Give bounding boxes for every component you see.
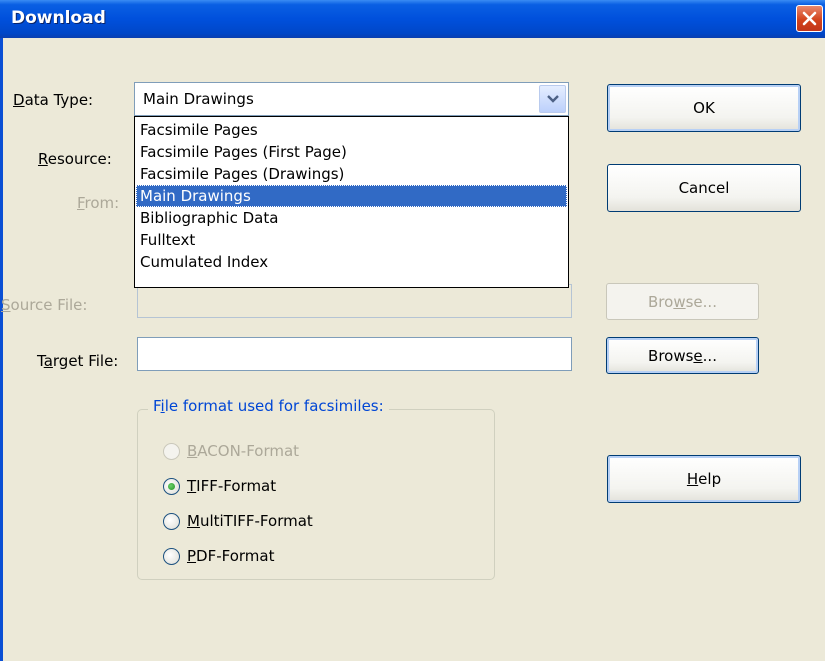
tiff-format-label: TIFF-Format bbox=[187, 477, 277, 495]
cancel-button-label: Cancel bbox=[678, 179, 730, 197]
cancel-button[interactable]: Cancel bbox=[607, 164, 801, 212]
bacon-format-label: BACON-Format bbox=[187, 442, 300, 460]
multitiff-format-label: MultiTIFF-Format bbox=[187, 512, 313, 530]
option-fulltext[interactable]: Fulltext bbox=[136, 229, 567, 251]
bacon-format-radio[interactable] bbox=[163, 443, 180, 460]
from-label-rest: rom: bbox=[84, 194, 120, 212]
option-main-drawings[interactable]: Main Drawings bbox=[136, 185, 567, 207]
data-type-combobox[interactable]: Main Drawings bbox=[134, 82, 569, 116]
data-type-dropdown-list[interactable]: Facsimile Pages Facsimile Pages (First P… bbox=[134, 116, 569, 288]
close-icon bbox=[802, 11, 817, 26]
data-type-label: Data Type: bbox=[13, 91, 94, 109]
option-cumulated-index[interactable]: Cumulated Index bbox=[136, 251, 567, 273]
source-file-label-rest: ource File: bbox=[10, 296, 88, 314]
ok-button-label: OK bbox=[693, 99, 715, 117]
target-file-label: Target File: bbox=[37, 352, 119, 370]
title-bar[interactable]: Download bbox=[0, 0, 825, 38]
resource-label-rest: esource: bbox=[47, 150, 112, 168]
target-file-label-rest: rget File: bbox=[52, 352, 119, 370]
data-type-label-rest: ata Type: bbox=[24, 91, 94, 109]
browse-source-button[interactable]: Browse... bbox=[606, 283, 759, 320]
from-label: From: bbox=[77, 194, 120, 212]
help-button-label: Help bbox=[686, 470, 722, 488]
help-button[interactable]: Help bbox=[607, 455, 801, 503]
window-title: Download bbox=[11, 8, 106, 28]
tiff-format-radio[interactable] bbox=[163, 478, 180, 495]
data-type-value: Main Drawings bbox=[143, 90, 254, 108]
option-facsimile-pages-drawings[interactable]: Facsimile Pages (Drawings) bbox=[136, 163, 567, 185]
source-file-input[interactable] bbox=[137, 284, 572, 318]
close-button[interactable] bbox=[796, 5, 823, 32]
option-facsimile-pages[interactable]: Facsimile Pages bbox=[136, 119, 567, 141]
option-facsimile-pages-first-page[interactable]: Facsimile Pages (First Page) bbox=[136, 141, 567, 163]
browse-source-label: Browse... bbox=[648, 292, 717, 311]
browse-target-button[interactable]: Browse... bbox=[606, 337, 759, 374]
ok-button[interactable]: OK bbox=[607, 84, 801, 132]
resource-label: Resource: bbox=[38, 150, 112, 168]
chevron-down-icon bbox=[547, 95, 559, 103]
file-format-legend: File format used for facsimiles: bbox=[148, 397, 389, 415]
pdf-format-label: PDF-Format bbox=[187, 547, 275, 565]
pdf-format-radio[interactable] bbox=[163, 548, 180, 565]
target-file-input[interactable] bbox=[137, 337, 572, 371]
radio-selected-dot bbox=[168, 483, 175, 490]
source-file-label: Source File: bbox=[1, 296, 88, 314]
multitiff-format-radio[interactable] bbox=[163, 513, 180, 530]
file-format-legend-rest: le format used for facsimiles: bbox=[164, 397, 384, 415]
option-bibliographic-data[interactable]: Bibliographic Data bbox=[136, 207, 567, 229]
browse-target-label: Browse... bbox=[648, 346, 717, 365]
dropdown-button[interactable] bbox=[539, 85, 566, 113]
